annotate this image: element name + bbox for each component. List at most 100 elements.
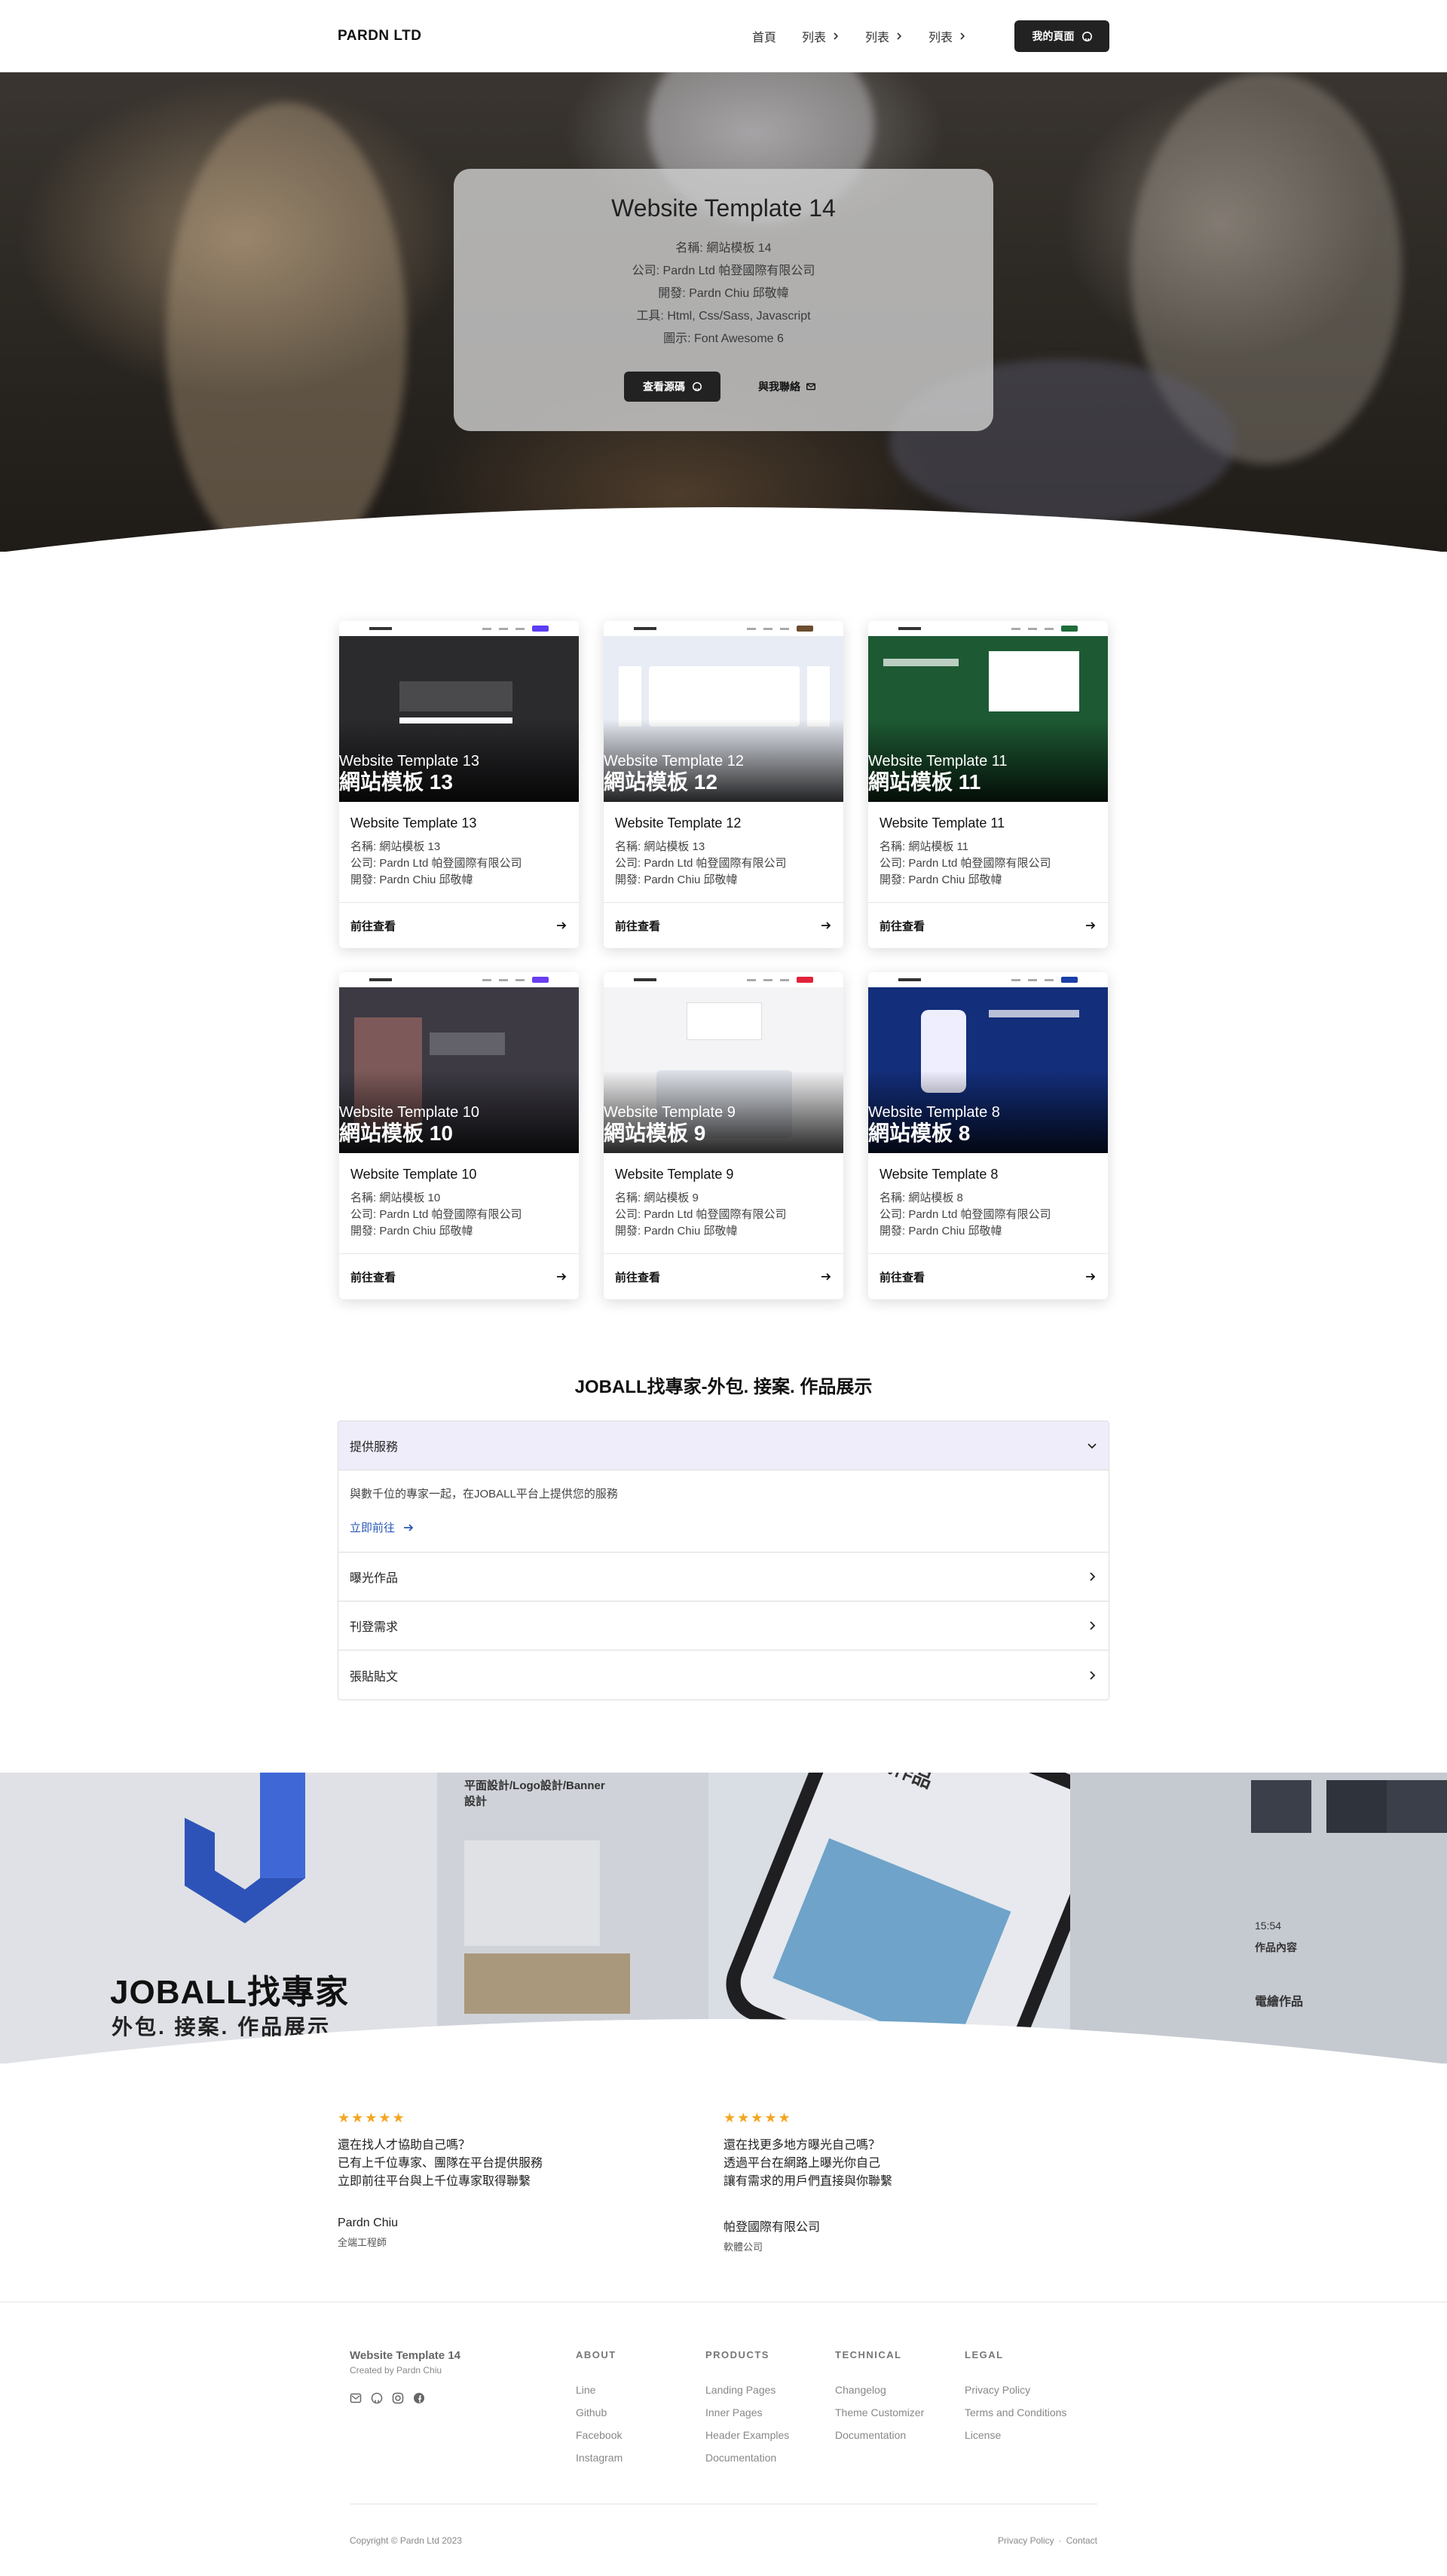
view-template-link[interactable]: 前往查看 <box>604 1254 843 1299</box>
footer-brand-title: Website Template 14 <box>350 2349 460 2362</box>
separator: · <box>1058 2535 1062 2546</box>
card-title: Website Template 10 <box>350 1167 477 1182</box>
thumbnail-title-zh: 網站模板 10 <box>339 1121 453 1145</box>
accordion-item: 提供服務 與數千位的專家一起，在JOBALL平台上提供您的服務 立即前往 <box>338 1421 1109 1553</box>
view-template-link[interactable]: 前往查看 <box>868 1254 1108 1299</box>
testimonial-line: 讓有需求的用戶們直接與你聯繫 <box>724 2175 893 2188</box>
nav-link-list-2[interactable]: 列表 <box>865 27 903 45</box>
thumbnail-title-zh: 網站模板 8 <box>868 1121 971 1145</box>
template-card[interactable]: Website Template 12 網站模板 12 Website Temp… <box>604 621 843 948</box>
nav-link-list-1[interactable]: 列表 <box>802 27 840 45</box>
nav-link-label: 列表 <box>864 32 889 44</box>
footer-link[interactable]: Terms and Conditions <box>965 2401 1094 2424</box>
template-card[interactable]: Website Template 8 網站模板 8 Website Templa… <box>868 972 1108 1299</box>
testimonial-name: 帕登國際有限公司 <box>724 2221 821 2234</box>
footer-link[interactable]: Landing Pages <box>705 2379 835 2401</box>
arrow-right-icon <box>557 922 567 929</box>
contact-me-label: 與我聯絡 <box>758 381 800 393</box>
nav-link-list-3[interactable]: 列表 <box>928 27 966 45</box>
accordion: 提供服務 與數千位的專家一起，在JOBALL平台上提供您的服務 立即前往 曝光作… <box>338 1421 1109 1700</box>
my-page-button[interactable]: 我的頁面 <box>1014 20 1109 52</box>
card-developer: 開發: Pardn Chiu 邱敬幃 <box>615 873 738 886</box>
contact-me-button[interactable]: 與我聯絡 <box>751 372 823 402</box>
template-card[interactable]: Website Template 9 網站模板 9 Website Templa… <box>604 972 843 1299</box>
facebook-icon[interactable] <box>413 2392 425 2404</box>
my-page-label: 我的頁面 <box>1032 30 1075 42</box>
card-name: 名稱: 網站模板 9 <box>615 1192 699 1204</box>
privacy-policy-link[interactable]: Privacy Policy <box>998 2535 1054 2546</box>
card-developer: 開發: Pardn Chiu 邱敬幃 <box>615 1225 738 1238</box>
card-title: Website Template 13 <box>350 815 477 831</box>
card-developer: 開發: Pardn Chiu 邱敬幃 <box>350 1225 473 1238</box>
footer-link[interactable]: Header Examples <box>705 2424 835 2446</box>
testimonial-role: 軟體公司 <box>724 2241 763 2253</box>
template-thumbnail: Website Template 12 網站模板 12 <box>604 621 843 802</box>
testimonials: ★★★★★ 還在找人才協助自己嗎？ 已有上千位專家、團隊在平台提供服務 立即前往… <box>0 2064 1447 2302</box>
thumbnail-title-zh: 網站模板 9 <box>604 1121 706 1145</box>
envelope-icon[interactable] <box>350 2392 362 2404</box>
social-icons <box>350 2392 576 2404</box>
banner-phone-heading: 找作品 <box>872 1773 937 1794</box>
arrow-right-icon <box>404 1523 414 1531</box>
instagram-icon[interactable] <box>392 2392 404 2404</box>
card-developer: 開發: Pardn Chiu 邱敬幃 <box>880 873 1002 886</box>
accordion-header-services[interactable]: 提供服務 <box>338 1421 1109 1470</box>
accordion-label: 曝光作品 <box>350 1572 399 1585</box>
footer-link[interactable]: Instagram <box>576 2446 705 2469</box>
arrow-right-icon <box>1086 1273 1096 1280</box>
hero: Website Template 14 名稱: 網站模板 14 公司: Pard… <box>0 72 1447 552</box>
view-template-link[interactable]: 前往查看 <box>868 903 1108 948</box>
template-thumbnail: Website Template 10 網站模板 10 <box>339 972 579 1153</box>
accordion-header-post-request[interactable]: 刊登需求 <box>338 1602 1109 1651</box>
template-card[interactable]: Website Template 11 網站模板 11 Website Temp… <box>868 621 1108 948</box>
template-card[interactable]: Website Template 10 網站模板 10 Website Temp… <box>339 972 579 1299</box>
accordion-header-showcase[interactable]: 曝光作品 <box>338 1553 1109 1602</box>
footer-column-legal: LEGAL Privacy Policy Terms and Condition… <box>965 2349 1094 2469</box>
view-template-label: 前往查看 <box>350 1271 396 1284</box>
testimonial-line: 立即前往平台與上千位專家取得聯繫 <box>338 2175 531 2188</box>
view-template-link[interactable]: 前往查看 <box>339 903 579 948</box>
github-icon <box>693 382 702 391</box>
card-company: 公司: Pardn Ltd 帕登國際有限公司 <box>615 1208 787 1221</box>
view-template-link[interactable]: 前往查看 <box>604 903 843 948</box>
footer-link[interactable]: Documentation <box>835 2424 965 2446</box>
card-title: Website Template 12 <box>615 815 742 831</box>
accordion-header-post-article[interactable]: 張貼貼文 <box>338 1651 1109 1699</box>
arrow-right-icon <box>821 1273 831 1280</box>
brand-logo[interactable]: PARDN LTD <box>338 28 421 44</box>
accordion-label: 提供服務 <box>350 1441 399 1454</box>
envelope-icon <box>806 383 815 390</box>
testimonial-card: ★★★★★ 還在找人才協助自己嗎？ 已有上千位專家、團隊在平台提供服務 立即前往… <box>338 2110 724 2253</box>
footer-link[interactable]: License <box>965 2424 1094 2446</box>
testimonial-line: 透過平台在網路上曝光你自己 <box>724 2157 881 2170</box>
card-company: 公司: Pardn Ltd 帕登國際有限公司 <box>880 1208 1051 1221</box>
card-title: Website Template 11 <box>880 815 1005 831</box>
nav-link-label: 列表 <box>928 32 953 44</box>
testimonial-line: 還在找人才協助自己嗎？ <box>338 2139 471 2152</box>
view-template-link[interactable]: 前往查看 <box>339 1254 579 1299</box>
view-source-button[interactable]: 查看源碼 <box>624 372 720 402</box>
footer-link[interactable]: Theme Customizer <box>835 2401 965 2424</box>
footer-link[interactable]: Github <box>576 2401 705 2424</box>
footer-link[interactable]: Documentation <box>705 2446 835 2469</box>
go-now-link[interactable]: 立即前往 <box>350 1519 415 1535</box>
footer-link[interactable]: Changelog <box>835 2379 965 2401</box>
card-developer: 開發: Pardn Chiu 邱敬幃 <box>880 1225 1002 1238</box>
thumbnail-title-zh: 網站模板 13 <box>339 770 453 794</box>
contact-link[interactable]: Contact <box>1066 2535 1097 2546</box>
footer-link[interactable]: Line <box>576 2379 705 2401</box>
accordion-label: 張貼貼文 <box>350 1670 399 1684</box>
footer-link[interactable]: Facebook <box>576 2424 705 2446</box>
hero-info-company: 公司: Pardn Ltd 帕登國際有限公司 <box>632 265 815 277</box>
hero-card: Website Template 14 名稱: 網站模板 14 公司: Pard… <box>454 169 993 431</box>
footer-link[interactable]: Privacy Policy <box>965 2379 1094 2401</box>
accordion-item: 張貼貼文 <box>338 1651 1109 1699</box>
arrow-right-icon <box>821 922 831 929</box>
template-thumbnail: Website Template 9 網站模板 9 <box>604 972 843 1153</box>
template-card[interactable]: Website Template 13 網站模板 13 Website Temp… <box>339 621 579 948</box>
footer-link[interactable]: Inner Pages <box>705 2401 835 2424</box>
github-icon[interactable] <box>371 2392 383 2404</box>
footer-brand-subtitle: Created by Pardn Chiu <box>350 2365 442 2376</box>
nav-link-home[interactable]: 首頁 <box>752 27 776 45</box>
template-thumbnail: Website Template 11 網站模板 11 <box>868 621 1108 802</box>
